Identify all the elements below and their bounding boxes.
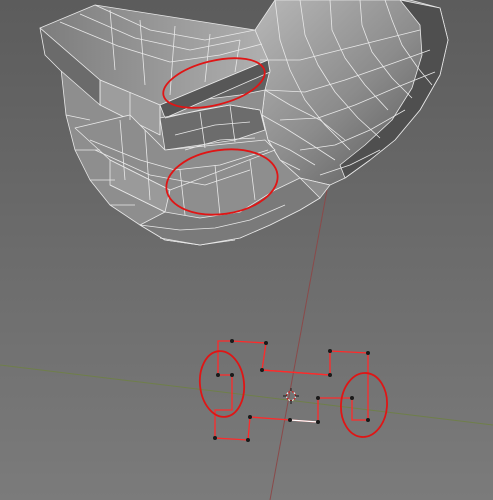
vertex[interactable] [350,396,354,400]
vertex[interactable] [230,339,234,343]
vertex[interactable] [264,341,268,345]
vertex[interactable] [328,349,332,353]
vertex[interactable] [316,396,320,400]
viewport-canvas[interactable] [0,0,493,500]
vertex[interactable] [366,418,370,422]
vertex[interactable] [230,373,234,377]
vertex[interactable] [366,351,370,355]
vertex[interactable] [248,415,252,419]
vertex[interactable] [246,438,250,442]
vertex[interactable] [260,368,264,372]
vertex[interactable] [216,373,220,377]
3d-viewport[interactable] [0,0,493,500]
vertex[interactable] [213,436,217,440]
vertex[interactable] [328,373,332,377]
vertex[interactable] [316,420,320,424]
vertex[interactable] [288,418,292,422]
